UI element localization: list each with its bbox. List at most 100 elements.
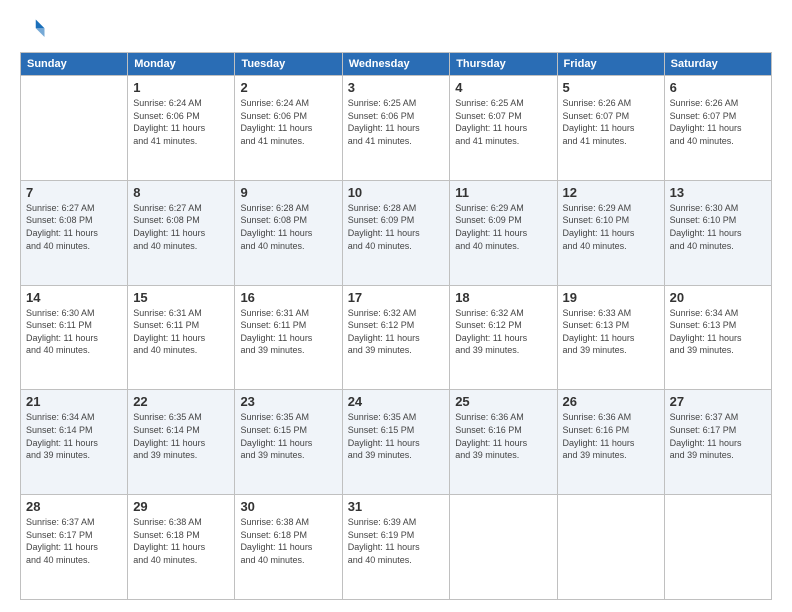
day-number: 29 [133,499,229,514]
calendar-cell: 8 Sunrise: 6:27 AM Sunset: 6:08 PM Daylig… [128,180,235,285]
day-info: Sunrise: 6:39 AM Sunset: 6:19 PM Dayligh… [348,516,445,566]
logo-icon [20,16,48,44]
calendar-cell: 13 Sunrise: 6:30 AM Sunset: 6:10 PM Dayli… [664,180,771,285]
calendar-cell: 21Sunrise: 6:34 AM Sunset: 6:14 PM Dayli… [21,390,128,495]
page: SundayMondayTuesdayWednesdayThursdayFrid… [0,0,792,612]
day-info: Sunrise: 6:24 AM Sunset: 6:06 PM Dayligh… [240,97,336,147]
day-number: 13 [670,185,766,200]
day-info: Sunrise: 6:34 AM Sunset: 6:13 PM Dayligh… [670,307,766,357]
day-info: Sunrise: 6:37 AM Sunset: 6:17 PM Dayligh… [670,411,766,461]
logo [20,16,52,44]
day-number: 28 [26,499,122,514]
day-number: 14 [26,290,122,305]
calendar-cell: 12 Sunrise: 6:29 AM Sunset: 6:10 PM Dayli… [557,180,664,285]
calendar-cell [557,495,664,600]
day-number: 26 [563,394,659,409]
day-info: Sunrise: 6:36 AM Sunset: 6:16 PM Dayligh… [563,411,659,461]
day-number: 27 [670,394,766,409]
day-number: 8 [133,185,229,200]
calendar-cell [21,76,128,181]
calendar-cell: 22 Sunrise: 6:35 AM Sunset: 6:14 PM Dayli… [128,390,235,495]
day-info: Sunrise: 6:29 AM Sunset: 6:09 PM Dayligh… [455,202,551,252]
column-header-monday: Monday [128,53,235,76]
column-header-friday: Friday [557,53,664,76]
calendar-cell: 28 Sunrise: 6:37 AM Sunset: 6:17 PM Dayli… [21,495,128,600]
day-number: 18 [455,290,551,305]
day-info: Sunrise: 6:26 AM Sunset: 6:07 PM Dayligh… [670,97,766,147]
day-info: Sunrise: 6:37 AM Sunset: 6:17 PM Dayligh… [26,516,122,566]
day-info: Sunrise: 6:31 AM Sunset: 6:11 PM Dayligh… [240,307,336,357]
column-header-saturday: Saturday [664,53,771,76]
day-info: Sunrise: 6:28 AM Sunset: 6:09 PM Dayligh… [348,202,445,252]
calendar-cell: 25 Sunrise: 6:36 AM Sunset: 6:16 PM Dayli… [450,390,557,495]
calendar-cell: 9 Sunrise: 6:28 AM Sunset: 6:08 PM Daylig… [235,180,342,285]
calendar-week-row: 1Sunrise: 6:24 AM Sunset: 6:06 PM Daylig… [21,76,772,181]
column-header-tuesday: Tuesday [235,53,342,76]
day-info: Sunrise: 6:32 AM Sunset: 6:12 PM Dayligh… [455,307,551,357]
calendar-cell: 19 Sunrise: 6:33 AM Sunset: 6:13 PM Dayli… [557,285,664,390]
day-info: Sunrise: 6:33 AM Sunset: 6:13 PM Dayligh… [563,307,659,357]
calendar-cell [664,495,771,600]
day-number: 25 [455,394,551,409]
calendar-cell: 27 Sunrise: 6:37 AM Sunset: 6:17 PM Dayli… [664,390,771,495]
day-number: 22 [133,394,229,409]
calendar-cell: 15 Sunrise: 6:31 AM Sunset: 6:11 PM Dayli… [128,285,235,390]
day-info: Sunrise: 6:38 AM Sunset: 6:18 PM Dayligh… [133,516,229,566]
header [20,16,772,44]
day-info: Sunrise: 6:30 AM Sunset: 6:11 PM Dayligh… [26,307,122,357]
calendar-cell: 1Sunrise: 6:24 AM Sunset: 6:06 PM Daylig… [128,76,235,181]
calendar-week-row: 7 Sunrise: 6:27 AM Sunset: 6:08 PM Daylig… [21,180,772,285]
day-number: 6 [670,80,766,95]
calendar: SundayMondayTuesdayWednesdayThursdayFrid… [20,52,772,600]
calendar-cell: 16Sunrise: 6:31 AM Sunset: 6:11 PM Dayli… [235,285,342,390]
calendar-cell: 20 Sunrise: 6:34 AM Sunset: 6:13 PM Dayli… [664,285,771,390]
day-info: Sunrise: 6:32 AM Sunset: 6:12 PM Dayligh… [348,307,445,357]
day-number: 20 [670,290,766,305]
day-info: Sunrise: 6:27 AM Sunset: 6:08 PM Dayligh… [26,202,122,252]
day-info: Sunrise: 6:24 AM Sunset: 6:06 PM Dayligh… [133,97,229,147]
day-number: 15 [133,290,229,305]
day-number: 5 [563,80,659,95]
day-info: Sunrise: 6:36 AM Sunset: 6:16 PM Dayligh… [455,411,551,461]
calendar-cell: 5 Sunrise: 6:26 AM Sunset: 6:07 PM Daylig… [557,76,664,181]
calendar-cell: 10 Sunrise: 6:28 AM Sunset: 6:09 PM Dayli… [342,180,450,285]
day-number: 19 [563,290,659,305]
calendar-cell: 31Sunrise: 6:39 AM Sunset: 6:19 PM Dayli… [342,495,450,600]
calendar-week-row: 21Sunrise: 6:34 AM Sunset: 6:14 PM Dayli… [21,390,772,495]
calendar-cell: 17 Sunrise: 6:32 AM Sunset: 6:12 PM Dayli… [342,285,450,390]
day-number: 4 [455,80,551,95]
calendar-cell: 3Sunrise: 6:25 AM Sunset: 6:06 PM Daylig… [342,76,450,181]
calendar-cell [450,495,557,600]
day-info: Sunrise: 6:25 AM Sunset: 6:06 PM Dayligh… [348,97,445,147]
calendar-cell: 7 Sunrise: 6:27 AM Sunset: 6:08 PM Daylig… [21,180,128,285]
day-number: 21 [26,394,122,409]
day-info: Sunrise: 6:27 AM Sunset: 6:08 PM Dayligh… [133,202,229,252]
day-info: Sunrise: 6:28 AM Sunset: 6:08 PM Dayligh… [240,202,336,252]
day-info: Sunrise: 6:35 AM Sunset: 6:15 PM Dayligh… [240,411,336,461]
calendar-cell: 29 Sunrise: 6:38 AM Sunset: 6:18 PM Dayli… [128,495,235,600]
day-number: 24 [348,394,445,409]
day-number: 23 [240,394,336,409]
day-number: 2 [240,80,336,95]
day-number: 11 [455,185,551,200]
day-info: Sunrise: 6:29 AM Sunset: 6:10 PM Dayligh… [563,202,659,252]
day-number: 10 [348,185,445,200]
day-number: 12 [563,185,659,200]
day-info: Sunrise: 6:26 AM Sunset: 6:07 PM Dayligh… [563,97,659,147]
calendar-cell: 11 Sunrise: 6:29 AM Sunset: 6:09 PM Dayli… [450,180,557,285]
day-info: Sunrise: 6:30 AM Sunset: 6:10 PM Dayligh… [670,202,766,252]
calendar-cell: 14 Sunrise: 6:30 AM Sunset: 6:11 PM Dayli… [21,285,128,390]
column-header-sunday: Sunday [21,53,128,76]
column-header-thursday: Thursday [450,53,557,76]
calendar-cell: 6 Sunrise: 6:26 AM Sunset: 6:07 PM Daylig… [664,76,771,181]
day-info: Sunrise: 6:35 AM Sunset: 6:14 PM Dayligh… [133,411,229,461]
day-number: 17 [348,290,445,305]
calendar-cell: 26 Sunrise: 6:36 AM Sunset: 6:16 PM Dayli… [557,390,664,495]
calendar-cell: 24Sunrise: 6:35 AM Sunset: 6:15 PM Dayli… [342,390,450,495]
column-header-wednesday: Wednesday [342,53,450,76]
calendar-cell: 30Sunrise: 6:38 AM Sunset: 6:18 PM Dayli… [235,495,342,600]
calendar-cell: 23 Sunrise: 6:35 AM Sunset: 6:15 PM Dayli… [235,390,342,495]
day-number: 9 [240,185,336,200]
day-number: 7 [26,185,122,200]
day-info: Sunrise: 6:31 AM Sunset: 6:11 PM Dayligh… [133,307,229,357]
